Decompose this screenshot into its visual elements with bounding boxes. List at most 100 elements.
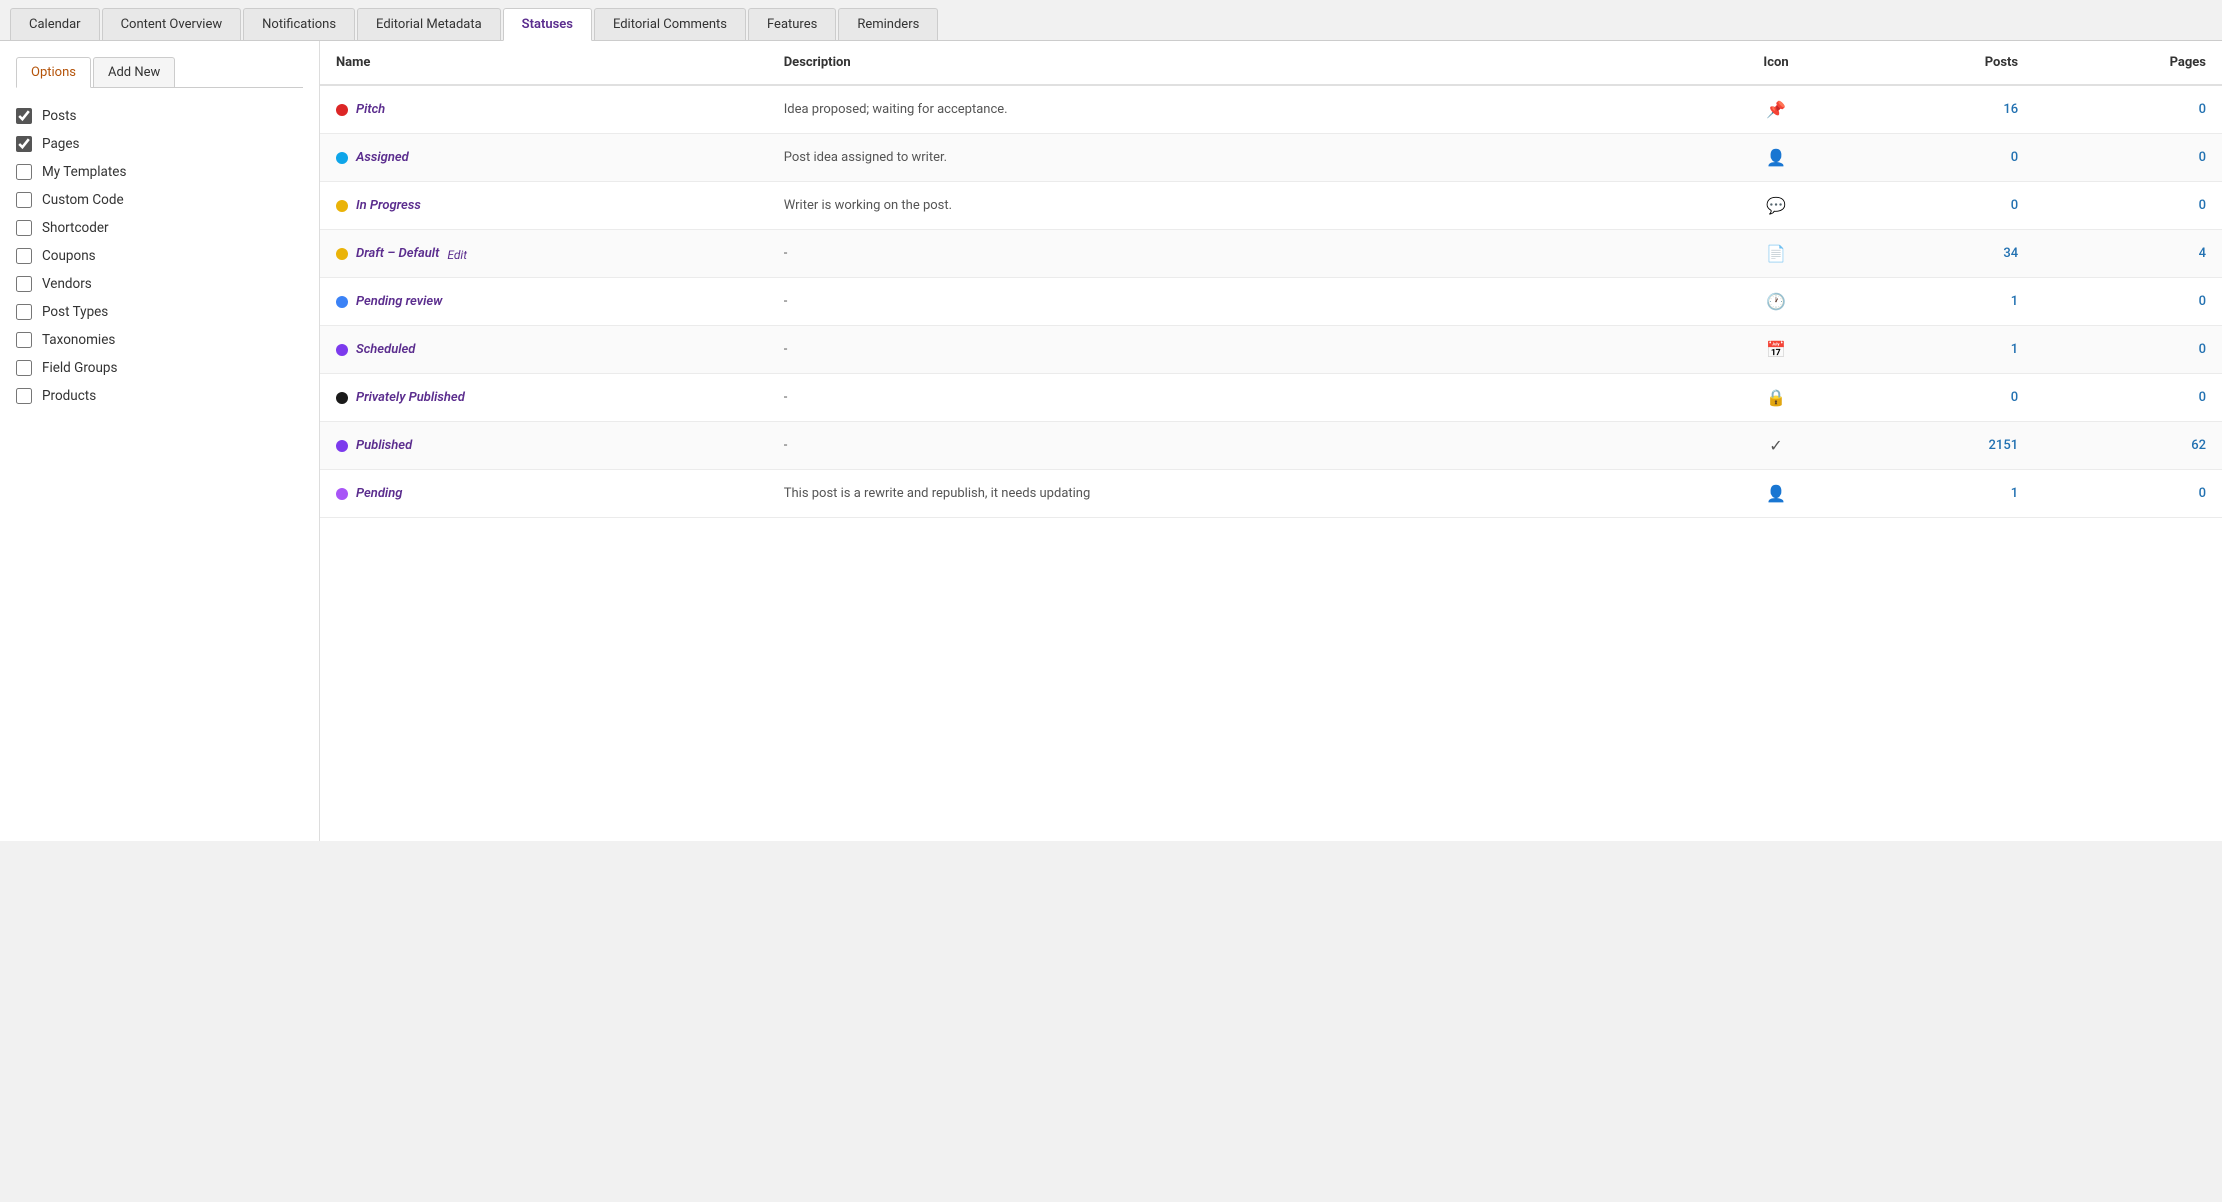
checkbox-custom-code[interactable] [16, 192, 32, 208]
left-panel: OptionsAdd New Posts Pages My Templates Cus… [0, 41, 320, 841]
checkbox-my-templates[interactable] [16, 164, 32, 180]
status-desc-scheduled: - [768, 326, 1698, 374]
checkbox-coupons[interactable] [16, 248, 32, 264]
checkbox-label-custom-code: Custom Code [42, 192, 124, 208]
status-icon-pitch: 📌 [1697, 85, 1854, 134]
status-link-scheduled[interactable]: Scheduled [356, 342, 415, 357]
status-name-cell-pending-review: Pending review [320, 278, 768, 326]
top-tab-calendar[interactable]: Calendar [10, 8, 100, 40]
checkbox-products[interactable] [16, 388, 32, 404]
status-color-dot-privately-published [336, 392, 348, 404]
status-pages-scheduled[interactable]: 0 [2034, 326, 2222, 374]
table-row: Scheduled -📅10 [320, 326, 2222, 374]
status-posts-pitch[interactable]: 16 [1855, 85, 2035, 134]
edit-link-draft-default[interactable]: Edit [447, 248, 467, 262]
status-name-wrapper-pitch: Pitch [336, 102, 752, 117]
status-desc-pending: This post is a rewrite and republish, it… [768, 470, 1698, 518]
top-tab-reminders[interactable]: Reminders [838, 8, 938, 40]
status-color-dot-pitch [336, 104, 348, 116]
status-posts-scheduled[interactable]: 1 [1855, 326, 2035, 374]
status-color-dot-published [336, 440, 348, 452]
col-header-name: Name [320, 41, 768, 85]
status-link-privately-published[interactable]: Privately Published [356, 390, 465, 405]
table-row: Pending review-🕐10 [320, 278, 2222, 326]
status-posts-pending-review[interactable]: 1 [1855, 278, 2035, 326]
sub-tabs: OptionsAdd New [16, 57, 303, 88]
status-pages-pending[interactable]: 0 [2034, 470, 2222, 518]
col-header-icon: Icon [1697, 41, 1854, 85]
status-color-dot-draft-default [336, 248, 348, 260]
checkbox-item-custom-code: Custom Code [16, 192, 303, 208]
status-icon-pending-review: 🕐 [1697, 278, 1854, 326]
checkbox-item-products: Products [16, 388, 303, 404]
status-name-wrapper-assigned: Assigned [336, 150, 752, 165]
status-link-draft-default[interactable]: Draft – Default [356, 246, 439, 261]
checkbox-item-posts: Posts [16, 108, 303, 124]
status-pages-draft-default[interactable]: 4 [2034, 230, 2222, 278]
status-pages-pitch[interactable]: 0 [2034, 85, 2222, 134]
status-link-pitch[interactable]: Pitch [356, 102, 385, 117]
status-posts-draft-default[interactable]: 34 [1855, 230, 2035, 278]
top-tab-statuses[interactable]: Statuses [503, 8, 592, 41]
col-header-pages: Pages [2034, 41, 2222, 85]
status-icon-privately-published: 🔒 [1697, 374, 1854, 422]
sub-tab-add-new[interactable]: Add New [93, 57, 175, 87]
checkbox-shortcoder[interactable] [16, 220, 32, 236]
top-tab-bar: CalendarContent OverviewNotificationsEdi… [0, 0, 2222, 41]
status-posts-pending[interactable]: 1 [1855, 470, 2035, 518]
checkbox-item-my-templates: My Templates [16, 164, 303, 180]
top-tab-content-overview[interactable]: Content Overview [102, 8, 242, 40]
top-tab-editorial-comments[interactable]: Editorial Comments [594, 8, 746, 40]
status-icon-in-progress: 💬 [1697, 182, 1854, 230]
status-posts-in-progress[interactable]: 0 [1855, 182, 2035, 230]
table-row: Draft – DefaultEdit-📄344 [320, 230, 2222, 278]
status-name-wrapper-in-progress: In Progress [336, 198, 752, 213]
checkbox-label-pages: Pages [42, 136, 80, 152]
status-link-in-progress[interactable]: In Progress [356, 198, 421, 213]
status-pages-published[interactable]: 62 [2034, 422, 2222, 470]
status-color-dot-pending [336, 488, 348, 500]
status-posts-privately-published[interactable]: 0 [1855, 374, 2035, 422]
table-row: Privately Published-🔒00 [320, 374, 2222, 422]
checkbox-item-coupons: Coupons [16, 248, 303, 264]
checkbox-posts[interactable] [16, 108, 32, 124]
status-color-dot-pending-review [336, 296, 348, 308]
status-icon-scheduled: 📅 [1697, 326, 1854, 374]
status-name-wrapper-privately-published: Privately Published [336, 390, 752, 405]
checkbox-post-types[interactable] [16, 304, 32, 320]
statuses-table: NameDescriptionIconPostsPages PitchIdea … [320, 41, 2222, 518]
status-pages-privately-published[interactable]: 0 [2034, 374, 2222, 422]
checkbox-label-taxonomies: Taxonomies [42, 332, 115, 348]
checkbox-pages[interactable] [16, 136, 32, 152]
top-tab-features[interactable]: Features [748, 8, 836, 40]
status-link-pending[interactable]: Pending [356, 486, 402, 501]
table-row: AssignedPost idea assigned to writer.👤00 [320, 134, 2222, 182]
checkbox-label-shortcoder: Shortcoder [42, 220, 109, 236]
checkbox-vendors[interactable] [16, 276, 32, 292]
checkbox-item-field-groups: Field Groups [16, 360, 303, 376]
status-desc-pitch: Idea proposed; waiting for acceptance. [768, 85, 1698, 134]
status-name-wrapper-pending: Pending [336, 486, 752, 501]
status-desc-privately-published: - [768, 374, 1698, 422]
status-link-assigned[interactable]: Assigned [356, 150, 409, 165]
checkbox-label-post-types: Post Types [42, 304, 108, 320]
status-name-cell-pitch: Pitch [320, 85, 768, 134]
sub-tab-options[interactable]: Options [16, 57, 91, 88]
checkbox-item-taxonomies: Taxonomies [16, 332, 303, 348]
status-name-wrapper-scheduled: Scheduled [336, 342, 752, 357]
status-link-pending-review[interactable]: Pending review [356, 294, 442, 309]
checkbox-field-groups[interactable] [16, 360, 32, 376]
status-name-wrapper-published: Published [336, 438, 752, 453]
top-tab-notifications[interactable]: Notifications [243, 8, 355, 40]
status-posts-assigned[interactable]: 0 [1855, 134, 2035, 182]
status-posts-published[interactable]: 2151 [1855, 422, 2035, 470]
status-desc-published: - [768, 422, 1698, 470]
status-pages-pending-review[interactable]: 0 [2034, 278, 2222, 326]
checkbox-taxonomies[interactable] [16, 332, 32, 348]
status-name-cell-pending: Pending [320, 470, 768, 518]
top-tab-editorial-metadata[interactable]: Editorial Metadata [357, 8, 501, 40]
status-pages-in-progress[interactable]: 0 [2034, 182, 2222, 230]
checkbox-item-shortcoder: Shortcoder [16, 220, 303, 236]
status-pages-assigned[interactable]: 0 [2034, 134, 2222, 182]
status-link-published[interactable]: Published [356, 438, 412, 453]
